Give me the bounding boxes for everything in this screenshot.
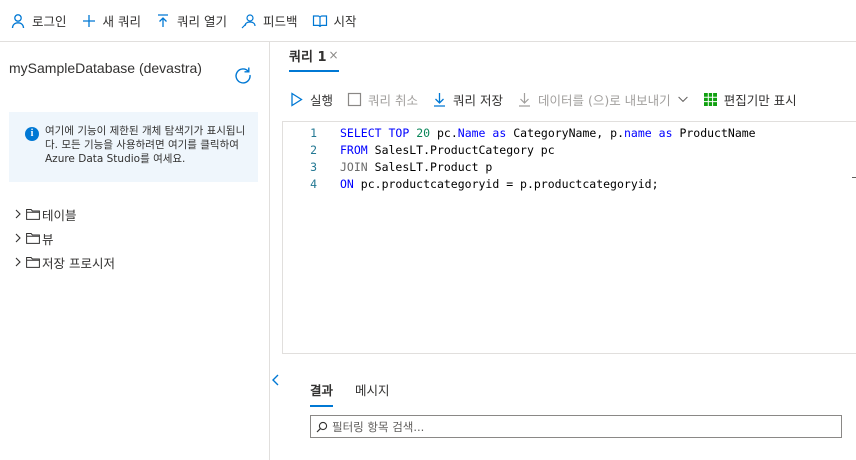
login-button[interactable]: 로그인 xyxy=(4,7,73,35)
show-editor-only-button[interactable]: 편집기만 표시 xyxy=(703,90,797,109)
getting-started-label: 시작 xyxy=(333,14,357,29)
folder-icon xyxy=(26,209,40,220)
top-toolbar: 로그인 새 쿼리 쿼리 열기 피드백 시작 xyxy=(0,0,856,42)
tree-item-label: 뷰 xyxy=(42,231,54,247)
code-line: 3 JOIN SalesLT.Product p xyxy=(283,160,492,177)
tree-item-stored-procedures[interactable]: 저장 프로시저 xyxy=(12,250,115,274)
close-icon[interactable]: × xyxy=(329,48,339,62)
tree-item-views[interactable]: 뷰 xyxy=(12,226,115,250)
code-text: JOIN SalesLT.Product p xyxy=(340,160,493,174)
code-editor[interactable]: 1 SELECT TOP 20 pc.Name as CategoryName,… xyxy=(282,121,856,354)
database-title: mySampleDatabase (devastra) xyxy=(9,60,202,76)
code-text: SELECT TOP 20 pc.Name as CategoryName, p… xyxy=(340,126,756,140)
line-number: 1 xyxy=(310,126,317,140)
filter-box xyxy=(310,415,842,438)
login-label: 로그인 xyxy=(32,14,67,29)
person-icon xyxy=(11,13,25,28)
info-banner[interactable]: i 여기에 기능이 제한된 개체 탐색기가 표시됩니다. 모든 기능을 사용하려… xyxy=(9,112,258,182)
tab-results[interactable]: 결과 xyxy=(310,380,334,407)
chevron-right-icon xyxy=(15,209,21,219)
folder-icon xyxy=(26,257,40,268)
filter-search-input[interactable] xyxy=(332,419,832,434)
play-icon xyxy=(291,91,303,107)
grid-icon xyxy=(703,92,717,106)
info-text: 여기에 기능이 제한된 개체 탐색기가 표시됩니다. 모든 기능을 사용하려면 … xyxy=(45,125,246,165)
run-button[interactable]: 실행 xyxy=(289,90,333,109)
code-text: ON pc.productcategoryid = p.productcateg… xyxy=(340,177,659,191)
save-query-button[interactable]: 쿼리 저장 xyxy=(432,90,503,109)
book-icon xyxy=(312,14,327,27)
open-query-label: 쿼리 열기 xyxy=(177,14,227,29)
feedback-label: 피드백 xyxy=(262,14,298,29)
chevron-down-icon xyxy=(677,96,688,103)
run-label: 실행 xyxy=(310,92,334,108)
object-tree: 테이블 뷰 저장 프로시저 xyxy=(12,202,115,274)
export-icon xyxy=(518,92,530,107)
cancel-query-label: 쿼리 취소 xyxy=(368,92,418,108)
results-tabs: 결과 메시지 xyxy=(310,380,412,407)
tree-item-tables[interactable]: 테이블 xyxy=(12,202,115,226)
feedback-button[interactable]: 피드백 xyxy=(235,7,304,35)
refresh-icon[interactable] xyxy=(232,64,254,86)
show-editor-only-label: 편집기만 표시 xyxy=(723,92,797,108)
overview-ruler-mark xyxy=(852,177,856,178)
code-line: 4 ON pc.productcategoryid = p.productcat… xyxy=(283,177,659,194)
feedback-icon xyxy=(241,13,256,28)
new-query-button[interactable]: 새 쿼리 xyxy=(75,7,147,35)
upload-icon xyxy=(158,13,168,27)
folder-icon xyxy=(26,233,40,244)
code-line: 1 SELECT TOP 20 pc.Name as CategoryName,… xyxy=(283,126,756,143)
query-toolbar: 실행 쿼리 취소 쿼리 저장 데이터를 (으)로 내보내기 편집기만 표시 xyxy=(289,86,811,112)
download-icon xyxy=(434,92,445,107)
tree-item-label: 테이블 xyxy=(42,207,77,223)
save-query-label: 쿼리 저장 xyxy=(453,92,503,108)
chevron-right-icon xyxy=(15,257,21,267)
tab-messages[interactable]: 메시지 xyxy=(355,380,390,407)
code-line: 2 FROM SalesLT.ProductCategory pc xyxy=(283,143,555,160)
tab-label: 쿼리 1 xyxy=(289,49,327,65)
line-number: 4 xyxy=(310,177,317,191)
cancel-query-button[interactable]: 쿼리 취소 xyxy=(347,90,418,109)
export-data-label: 데이터를 (으)로 내보내기 xyxy=(537,92,671,108)
line-number: 3 xyxy=(310,160,317,174)
plus-icon xyxy=(82,14,95,27)
chevron-right-icon xyxy=(15,233,21,243)
stop-icon xyxy=(347,92,362,106)
code-text: FROM SalesLT.ProductCategory pc xyxy=(340,143,555,157)
info-icon: i xyxy=(25,127,39,141)
getting-started-button[interactable]: 시작 xyxy=(306,7,363,35)
search-icon xyxy=(316,421,328,432)
tab-query-1[interactable]: 쿼리 1 × xyxy=(289,42,339,72)
export-data-button[interactable]: 데이터를 (으)로 내보내기 xyxy=(517,90,689,109)
tree-item-label: 저장 프로시저 xyxy=(42,255,115,271)
new-query-label: 새 쿼리 xyxy=(102,14,141,29)
line-number: 2 xyxy=(310,143,317,157)
chevron-left-icon[interactable] xyxy=(270,372,282,388)
open-query-button[interactable]: 쿼리 열기 xyxy=(149,7,233,35)
object-explorer-panel: mySampleDatabase (devastra) i 여기에 기능이 제한… xyxy=(0,42,270,460)
